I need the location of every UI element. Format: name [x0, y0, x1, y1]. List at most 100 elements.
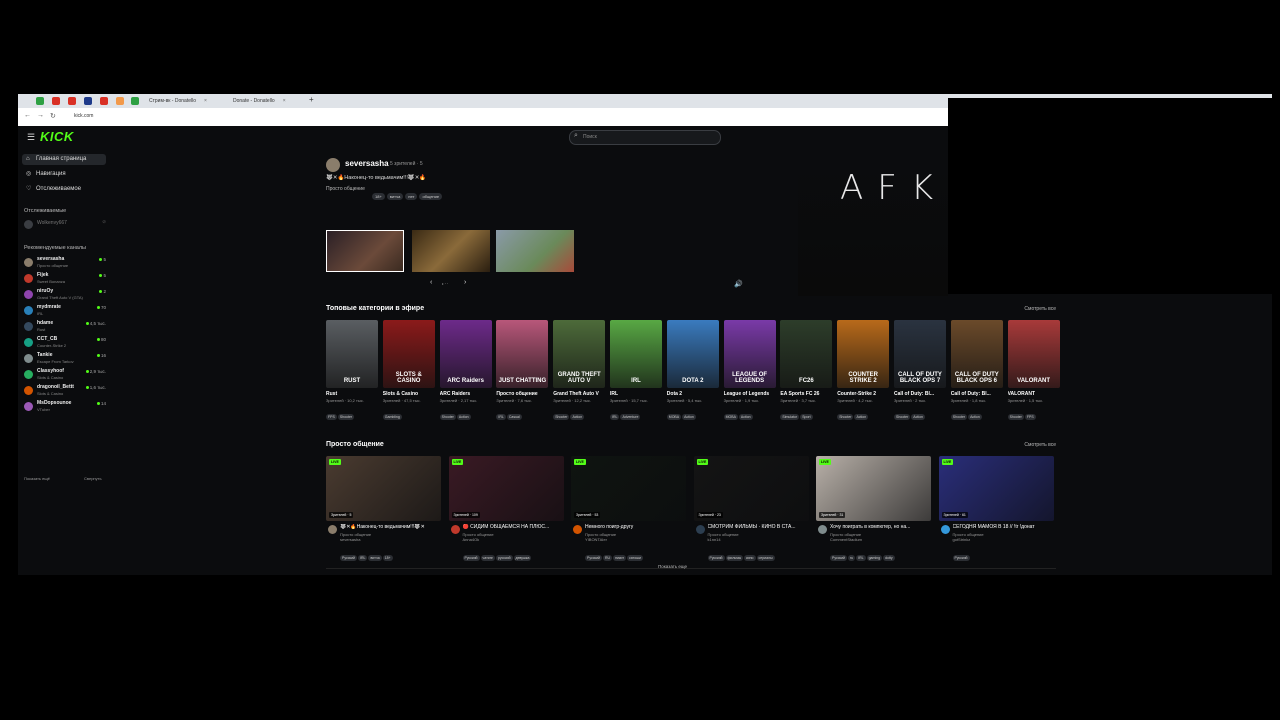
sidebar-channel[interactable]: CCT_CB Counter-Strike 2 80 — [24, 336, 106, 351]
category-card[interactable]: CALL OF DUTY BLACK OPS 7 Call of Duty: Bl… — [894, 320, 946, 423]
sidebar-channel[interactable]: seversasha Просто общение 5 — [24, 256, 106, 271]
category-card[interactable]: FC26 EA Sports FC 26 Зрителей · 3,7 тыс. Si… — [780, 320, 833, 423]
featured-category[interactable]: Просто общение — [326, 186, 365, 192]
category-art[interactable]: VALORANT — [1007, 320, 1060, 388]
tag[interactable]: русский — [495, 555, 513, 561]
sidebar-channel[interactable]: Fijek Sweet Bonanza 5 — [24, 272, 106, 287]
stream-card[interactable]: LIVE Зрителей · 53 Немного поигр-другу Прос… — [571, 456, 686, 561]
category-art[interactable]: SLOTS & CASINO — [382, 320, 435, 388]
tag[interactable]: Shooter — [337, 414, 355, 420]
stream-title[interactable]: СЕГОДНЯ МАМОЯ В 18 // !tr !донат — [953, 524, 1053, 530]
carousel-thumb[interactable] — [412, 230, 490, 272]
new-tab-button[interactable]: + — [309, 95, 314, 104]
tab-favicon[interactable] — [68, 97, 76, 105]
carousel-dots[interactable]: • · · — [442, 281, 448, 286]
tag[interactable]: сатоши — [627, 555, 643, 561]
stream-thumbnail[interactable]: LIVE Зрителей · 5 — [326, 456, 441, 521]
avatar[interactable] — [695, 525, 705, 534]
tag[interactable]: витча — [368, 555, 382, 561]
stream-channel-name[interactable]: CommentStadium — [830, 537, 862, 542]
avatar[interactable] — [573, 525, 582, 534]
tag[interactable]: кино — [744, 555, 756, 561]
see-all-streams-link[interactable]: Смотреть все — [1024, 442, 1056, 448]
stream-card[interactable]: LIVE Зрителей · 5 🐺✕🔥Наконец-то ведьмачим!… — [326, 456, 441, 561]
tab-favicon[interactable] — [100, 97, 108, 105]
category-card[interactable]: RUST Rust Зрителей · 10,2 тыс. FPS Shooter — [326, 320, 378, 423]
stream-title[interactable]: Хочу поиграть в компютер, но на... — [830, 524, 930, 530]
sidebar-channel[interactable]: dragonoil_Bettt Slots & Casino 1,6 тыс. — [24, 384, 106, 399]
kick-logo[interactable]: KICK — [40, 129, 74, 144]
stream-title[interactable]: Немного поигр-другу — [585, 524, 685, 530]
tag[interactable]: Action — [682, 414, 696, 420]
category-art[interactable]: FC26 — [780, 320, 833, 388]
tag[interactable]: FPS — [326, 414, 337, 420]
browser-tab[interactable]: Donate - Donatello × — [219, 95, 286, 107]
stream-title[interactable]: 🐺✕🔥Наконец-то ведьмачим!!!🐺✕ — [340, 524, 440, 530]
sidebar-channel[interactable]: MsDopsounoe VTuber 14 — [24, 400, 106, 415]
category-art[interactable]: IRL — [610, 320, 662, 388]
category-name[interactable]: Slots & Casino — [383, 391, 435, 397]
carousel-thumb[interactable] — [326, 230, 404, 272]
category-name[interactable]: Call of Duty: Bl... — [894, 391, 946, 397]
tag[interactable]: никит — [613, 555, 627, 561]
sidebar-item-following[interactable]: ♡ Отслеживаемое — [22, 184, 106, 195]
tag[interactable]: Adventure — [620, 414, 641, 420]
tab-favicon[interactable] — [116, 97, 124, 105]
sidebar-channel[interactable]: hdame Rust 4,5 тыс. — [24, 320, 106, 335]
tab-favicon[interactable] — [84, 97, 92, 105]
tag[interactable]: IRL — [358, 555, 368, 561]
tag[interactable]: 18+ — [372, 193, 385, 200]
featured-channel-name[interactable]: seversasha — [345, 159, 389, 168]
category-name[interactable]: Rust — [326, 391, 378, 397]
tag[interactable]: общение — [419, 193, 443, 200]
category-card[interactable]: VALORANT VALORANT Зрителей · 1,5 тыс. Shoot… — [1007, 320, 1060, 423]
tag[interactable]: Action — [854, 414, 869, 420]
carousel-prev-icon[interactable]: ‹ — [430, 279, 432, 286]
avatar[interactable] — [328, 525, 337, 534]
category-card[interactable]: GRAND THEFT AUTO V Grand Theft Auto V Зрит… — [553, 320, 606, 423]
forward-icon[interactable]: → — [37, 112, 44, 119]
show-more-button[interactable]: Показать еще — [658, 564, 687, 569]
tag[interactable]: Action — [456, 414, 471, 420]
stream-channel-name[interactable]: Anna4Ok — [463, 537, 480, 542]
tag[interactable]: Shooter — [1007, 414, 1024, 420]
tag[interactable]: нет — [405, 193, 418, 200]
category-name[interactable]: Counter-Strike 2 — [837, 391, 889, 397]
stream-thumbnail[interactable]: LIVE Зрителей · 53 — [571, 456, 686, 521]
category-card[interactable]: CALL OF DUTY BLACK OPS 6 Call of Duty: Bl… — [950, 320, 1003, 423]
category-name[interactable]: League of Legends — [724, 391, 776, 397]
browser-tab[interactable]: Стрим-вк - Donatello × — [135, 95, 207, 107]
stream-thumbnail[interactable]: LIVE Зрителей · 109 — [448, 456, 564, 521]
tag[interactable]: Shooter — [894, 414, 911, 420]
close-tab-icon[interactable]: × — [204, 98, 207, 104]
stream-title[interactable]: СМОТРИМ ФИЛЬМЫ · КИНО В СТА... — [708, 524, 808, 530]
category-art[interactable]: COUNTER STRIKE 2 — [837, 320, 890, 388]
tag[interactable]: gaming — [866, 555, 883, 561]
category-art[interactable]: LEAGUE OF LEGENDS — [723, 320, 776, 388]
tag[interactable]: Shooter — [439, 414, 456, 420]
featured-video-player[interactable]: AFK — [798, 156, 948, 296]
sidebar-item-browse[interactable]: ◎ Навигация — [22, 169, 106, 180]
tag[interactable]: MOBA — [666, 414, 682, 420]
back-icon[interactable]: ← — [24, 112, 31, 119]
tag[interactable]: Action — [570, 414, 585, 420]
category-card[interactable]: COUNTER STRIKE 2 Counter-Strike 2 Зрителей… — [837, 320, 890, 423]
avatar[interactable] — [940, 525, 950, 534]
tag[interactable]: IRL — [856, 555, 866, 561]
tag[interactable]: Русский — [340, 555, 357, 561]
search-input[interactable]: ⌕ Поиск — [569, 130, 721, 145]
tag[interactable]: чатинг — [480, 555, 495, 561]
tag[interactable]: Русский — [707, 555, 725, 561]
carousel-next-icon[interactable]: › — [464, 279, 466, 286]
reload-icon[interactable]: ↻ — [50, 112, 56, 120]
tag[interactable]: Casual — [506, 414, 522, 420]
sidebar-channel[interactable]: niruOy Grand Theft Auto V (GTA) 2 — [24, 288, 106, 303]
stream-channel-name[interactable]: k1nn14 — [708, 537, 721, 542]
category-art[interactable]: GRAND THEFT AUTO V — [553, 320, 606, 388]
category-name[interactable]: VALORANT — [1008, 391, 1060, 397]
tag[interactable]: Action — [738, 414, 753, 420]
tag[interactable]: Action — [911, 414, 925, 420]
avatar[interactable] — [818, 525, 827, 534]
tag[interactable]: Русский — [462, 555, 480, 561]
category-name[interactable]: Dota 2 — [667, 391, 719, 397]
